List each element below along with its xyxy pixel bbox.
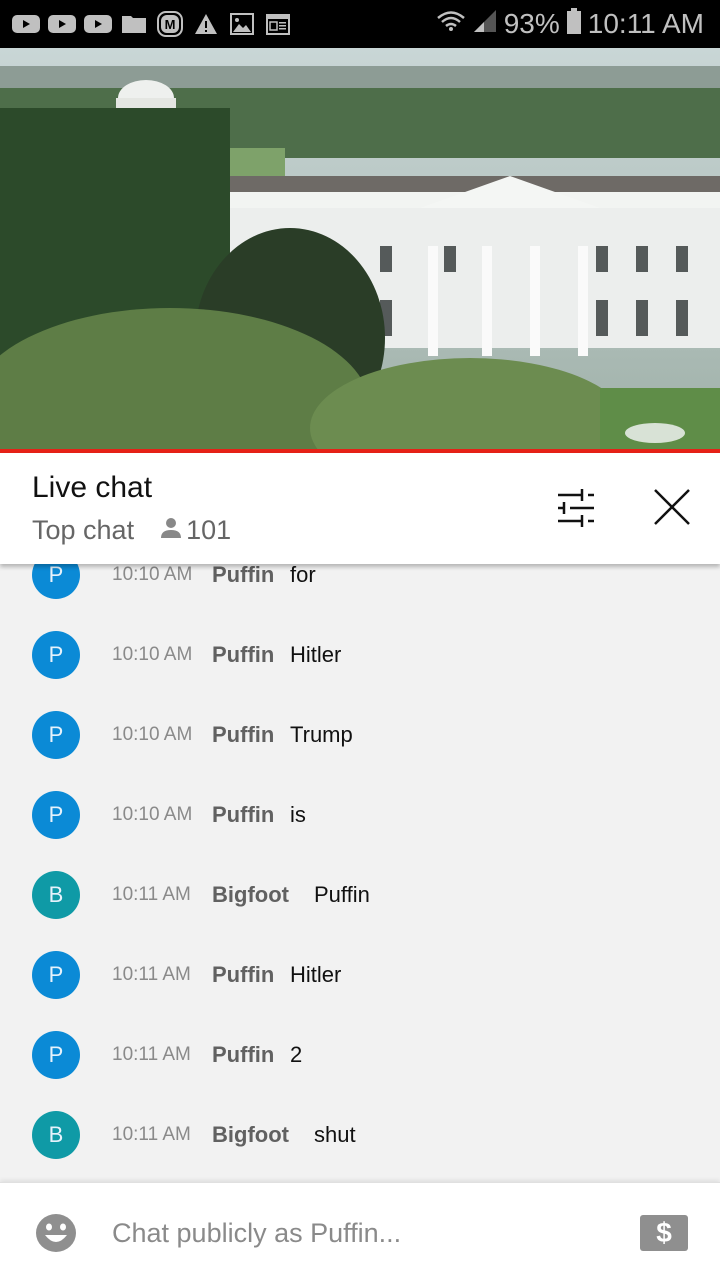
message-timestamp: 10:10 AM xyxy=(112,724,193,745)
message-text: Hitler xyxy=(290,962,342,987)
video-player[interactable] xyxy=(0,48,720,450)
chat-settings-button[interactable] xyxy=(552,487,600,529)
folder-icon xyxy=(120,13,148,35)
message-text: for xyxy=(290,564,316,587)
message-text: Puffin xyxy=(314,882,370,907)
avatar[interactable]: B xyxy=(32,1111,80,1159)
message-timestamp: 10:10 AM xyxy=(112,804,193,825)
avatar[interactable]: P xyxy=(32,791,80,839)
message-text: Hitler xyxy=(290,642,342,667)
message-author[interactable]: Bigfoot xyxy=(212,882,289,908)
message-author[interactable]: Puffin xyxy=(212,642,274,668)
message-timestamp: 10:10 AM xyxy=(112,564,193,585)
emoji-icon xyxy=(36,1214,76,1252)
notification-icons: M xyxy=(0,11,292,37)
avatar[interactable]: P xyxy=(32,631,80,679)
person-icon xyxy=(160,515,182,546)
message-timestamp: 10:11 AM xyxy=(112,884,191,905)
youtube-icon xyxy=(12,13,40,35)
system-status: 93% 10:11 AM xyxy=(436,7,720,42)
close-chat-button[interactable] xyxy=(650,485,694,529)
svg-text:M: M xyxy=(165,17,176,32)
viewer-count: 101 xyxy=(160,515,231,546)
video-frame xyxy=(0,48,720,450)
message-author[interactable]: Puffin xyxy=(212,802,274,828)
emoji-button[interactable] xyxy=(36,1213,76,1253)
message-text: is xyxy=(290,802,306,827)
chat-message[interactable]: B 10:11 AM Bigfoot Puffin xyxy=(0,855,720,935)
message-text: Trump xyxy=(290,722,353,747)
message-timestamp: 10:11 AM xyxy=(112,1124,191,1145)
message-text: 2 xyxy=(290,1042,303,1067)
chat-message[interactable]: P 10:11 AM Puffin 2 xyxy=(0,1015,720,1095)
chat-mode-label: Top chat xyxy=(32,515,135,545)
chat-message[interactable]: B 10:11 AM Bigfoot shut xyxy=(0,1095,720,1175)
status-bar: M 93% 10:11 AM xyxy=(0,0,720,48)
avatar[interactable]: B xyxy=(32,871,80,919)
m-app-icon: M xyxy=(156,11,184,37)
message-timestamp: 10:11 AM xyxy=(112,1044,191,1065)
chat-message[interactable]: P 10:10 AM Puffin Trump xyxy=(0,695,720,775)
youtube-icon xyxy=(84,13,112,35)
chat-message-list[interactable]: P 10:10 AM Puffin for P 10:10 AM Puffin Hitler P… xyxy=(0,564,720,1182)
message-author[interactable]: Puffin xyxy=(212,1042,274,1068)
chat-message[interactable]: P 10:10 AM Puffin Hitler xyxy=(0,615,720,695)
image-icon xyxy=(228,13,256,35)
avatar[interactable]: P xyxy=(32,711,80,759)
chat-mode-selector[interactable]: Top chat 101 xyxy=(32,515,231,546)
warning-icon xyxy=(192,13,220,35)
message-author[interactable]: Puffin xyxy=(212,564,274,588)
message-author[interactable]: Bigfoot xyxy=(212,1122,289,1148)
avatar[interactable]: P xyxy=(32,1031,80,1079)
youtube-icon xyxy=(48,13,76,35)
message-timestamp: 10:10 AM xyxy=(112,644,193,665)
message-text: shut xyxy=(314,1122,356,1147)
dollar-icon: $ xyxy=(656,1217,672,1248)
chat-input-bar: $ xyxy=(0,1182,720,1280)
chat-header: Live chat Top chat 101 xyxy=(0,453,720,564)
battery-icon xyxy=(566,7,582,42)
sliders-icon xyxy=(558,489,594,527)
message-author[interactable]: Puffin xyxy=(212,962,274,988)
message-author[interactable]: Puffin xyxy=(212,722,274,748)
clock: 10:11 AM xyxy=(587,8,704,39)
avatar[interactable]: P xyxy=(32,564,80,599)
chat-message[interactable]: P 10:10 AM Puffin for xyxy=(0,564,720,615)
chat-message[interactable]: P 10:10 AM Puffin is xyxy=(0,775,720,855)
calendar-icon xyxy=(264,13,292,35)
chat-message-input[interactable] xyxy=(112,1211,612,1255)
signal-icon xyxy=(472,8,498,41)
viewer-count-value: 101 xyxy=(186,515,232,545)
super-chat-button[interactable]: $ xyxy=(640,1215,688,1251)
avatar[interactable]: P xyxy=(32,951,80,999)
close-icon xyxy=(654,489,690,525)
chat-message[interactable]: P 10:11 AM Puffin Hitler xyxy=(0,935,720,1015)
message-timestamp: 10:11 AM xyxy=(112,964,191,985)
battery-percent: 93% xyxy=(503,8,560,39)
chat-title: Live chat xyxy=(32,471,153,504)
wifi-icon xyxy=(436,8,466,40)
